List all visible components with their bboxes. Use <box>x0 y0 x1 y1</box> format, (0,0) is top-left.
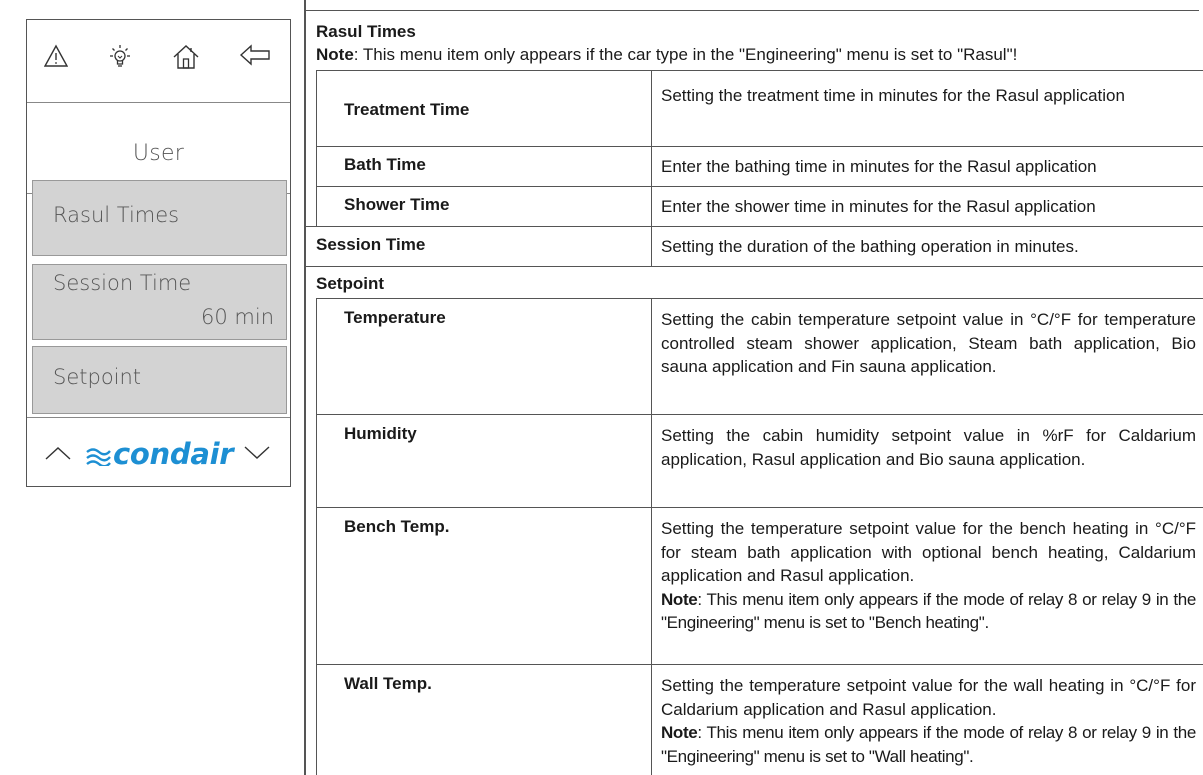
note-label: Note <box>661 723 698 742</box>
row-label: Shower Time <box>344 195 450 214</box>
note-label: Note <box>661 589 698 609</box>
row-description: Enter the shower time in minutes for the… <box>661 197 1096 216</box>
left-column: User Rasul Times Session Time 60 min Set… <box>0 0 306 775</box>
device-icon-row <box>27 20 290 103</box>
note-text: : This menu item only appears if the mod… <box>661 723 1196 766</box>
chevron-up-icon[interactable] <box>44 445 72 461</box>
table-rule <box>306 266 1203 267</box>
menu-item-label: Rasul Times <box>53 203 180 227</box>
menu-item-setpoint[interactable]: Setpoint <box>32 346 287 414</box>
device-nav-row: condair <box>27 417 290 488</box>
chevron-down-icon[interactable] <box>243 445 271 461</box>
table-rule <box>316 664 1203 665</box>
table-column-rule <box>651 298 652 775</box>
table-rule <box>316 146 1203 147</box>
table-rule <box>306 226 1203 227</box>
menu-item-value: 60 min <box>201 305 274 329</box>
row-note: Note: This menu item only appears if the… <box>661 721 1196 768</box>
logo-text: condair <box>113 437 234 471</box>
row-description: Enter the bathing time in minutes for th… <box>661 157 1097 176</box>
section-note: Note: This menu item only appears if the… <box>316 45 1017 65</box>
menu-item-session-time[interactable]: Session Time 60 min <box>32 264 287 340</box>
table-rule <box>316 507 1203 508</box>
row-label: Setpoint <box>316 274 384 293</box>
back-arrow-icon[interactable] <box>239 44 271 66</box>
row-description: Setting the temperature setpoint value f… <box>661 674 1196 768</box>
table-rule <box>316 70 1203 71</box>
row-description: Setting the duration of the bathing oper… <box>661 237 1079 256</box>
table-column-rule <box>316 70 317 226</box>
table-rule <box>316 186 1203 187</box>
row-description: Setting the cabin humidity setpoint valu… <box>661 426 1196 469</box>
device-display: User Rasul Times Session Time 60 min Set… <box>26 19 291 487</box>
row-label: Temperature <box>344 308 446 327</box>
row-label: Humidity <box>344 424 417 443</box>
menu-item-rasul-times[interactable]: Rasul Times <box>32 180 287 256</box>
row-label: Bench Temp. <box>344 517 450 536</box>
row-description: Setting the cabin temperature setpoint v… <box>661 310 1196 376</box>
note-text: : This menu item only appears if the mod… <box>661 589 1196 633</box>
table-top-rule <box>306 10 1199 11</box>
table-rule <box>316 414 1203 415</box>
row-description-text: Setting the temperature setpoint value f… <box>661 519 1196 585</box>
table-column-rule <box>651 70 652 266</box>
home-icon[interactable] <box>172 44 200 70</box>
row-note: Note: This menu item only appears if the… <box>661 588 1196 635</box>
note-label: Note <box>316 45 354 64</box>
row-description: Setting the temperature setpoint value f… <box>661 517 1196 635</box>
warning-icon[interactable] <box>44 44 68 68</box>
table-column-rule <box>316 298 317 775</box>
menu-item-label: Setpoint <box>53 365 142 389</box>
condair-logo: condair <box>85 437 234 471</box>
row-label: Bath Time <box>344 155 426 174</box>
doc-table: Rasul Times Note: This menu item only ap… <box>306 0 1203 775</box>
condair-wave-icon <box>86 448 111 468</box>
table-rule <box>316 298 1203 299</box>
row-description: Setting the treatment time in minutes fo… <box>661 86 1125 105</box>
row-label: Wall Temp. <box>344 674 432 693</box>
light-bulb-icon[interactable] <box>107 44 133 72</box>
menu-item-label: Session Time <box>53 271 192 295</box>
note-text: : This menu item only appears if the car… <box>353 45 1018 64</box>
row-label: Treatment Time <box>344 100 470 119</box>
row-description-text: Setting the temperature setpoint value f… <box>661 676 1196 719</box>
section-title: Rasul Times <box>316 22 416 41</box>
row-label: Session Time <box>316 235 426 254</box>
